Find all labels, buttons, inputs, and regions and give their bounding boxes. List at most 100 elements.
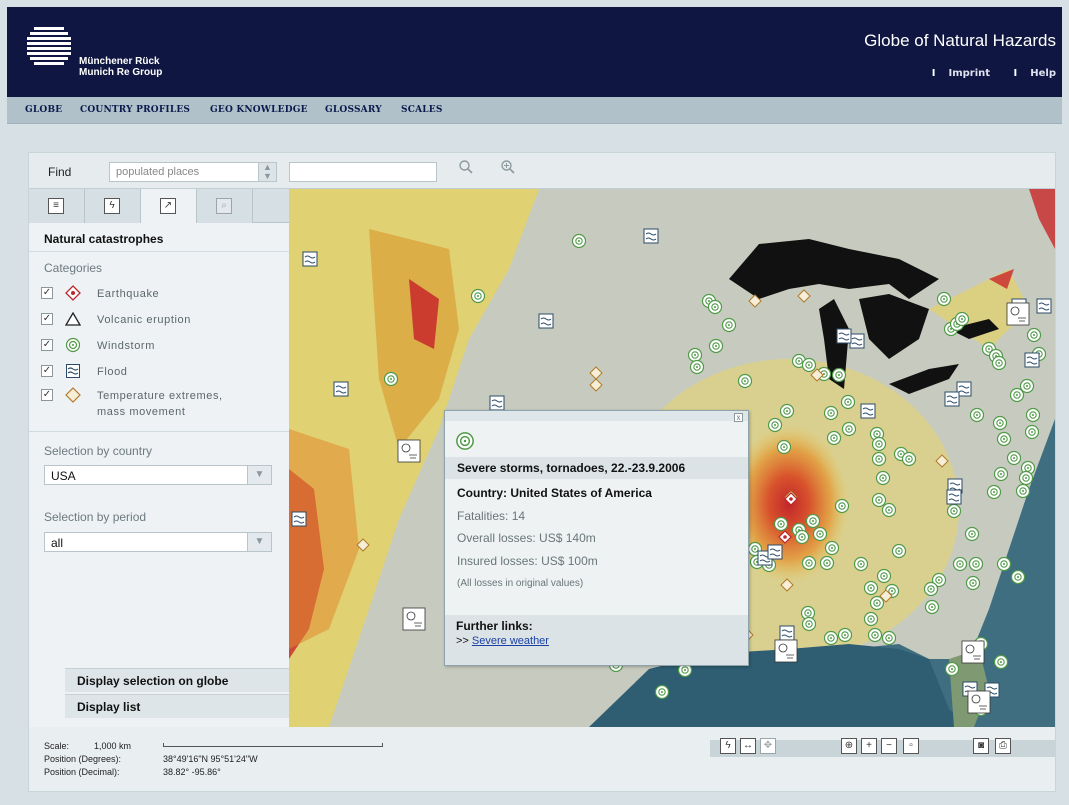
windstorm-marker[interactable]	[986, 484, 1002, 500]
windstorm-marker[interactable]	[823, 630, 839, 646]
windstorm-marker[interactable]	[1025, 407, 1041, 423]
nav-glossary[interactable]: GLOSSARY	[325, 105, 382, 115]
windstorm-marker[interactable]	[875, 470, 891, 486]
windstorm-marker[interactable]	[1009, 387, 1025, 403]
print-icon[interactable]: ⎙	[995, 738, 1011, 754]
weather-marker[interactable]	[1006, 302, 1030, 326]
windstorm-marker[interactable]	[840, 394, 856, 410]
pan-horizontal-icon[interactable]: ↔	[740, 738, 756, 754]
minimize-icon[interactable]: ▫	[903, 738, 919, 754]
windstorm-marker[interactable]	[1018, 470, 1034, 486]
category-windstorm[interactable]: ✓ Windstorm	[39, 337, 279, 355]
category-volcanic-eruption[interactable]: ✓ Volcanic eruption	[39, 311, 279, 329]
earthquake-marker[interactable]	[778, 530, 792, 544]
flood-marker[interactable]	[302, 251, 318, 267]
category-flood[interactable]: ✓ Flood	[39, 363, 279, 381]
windstorm-marker[interactable]	[654, 684, 670, 700]
windstorm-marker[interactable]	[968, 556, 984, 572]
windstorm-marker[interactable]	[867, 627, 883, 643]
chevron-down-icon[interactable]: ▼	[247, 533, 271, 551]
windstorm-marker[interactable]	[737, 373, 753, 389]
windstorm-marker[interactable]	[826, 430, 842, 446]
windstorm-marker[interactable]	[924, 599, 940, 615]
flood-marker[interactable]	[1024, 352, 1040, 368]
windstorm-marker[interactable]	[779, 403, 795, 419]
windstorm-marker[interactable]	[687, 347, 703, 363]
windstorm-marker[interactable]	[901, 451, 917, 467]
windstorm-marker[interactable]	[794, 529, 810, 545]
flood-marker[interactable]	[291, 511, 307, 527]
country-select[interactable]: USA ▼	[44, 465, 272, 485]
lightning-icon[interactable]: ϟ	[720, 738, 736, 754]
windstorm-marker[interactable]	[824, 540, 840, 556]
nav-geo-knowledge[interactable]: GEO KNOWLEDGE	[210, 105, 308, 115]
display-selection-button[interactable]: Display selection on globe	[65, 668, 289, 692]
volcano-checkbox[interactable]: ✓	[41, 313, 53, 325]
windstorm-marker[interactable]	[801, 555, 817, 571]
windstorm-marker[interactable]	[841, 421, 857, 437]
windstorm-marker[interactable]	[946, 503, 962, 519]
tab-catastrophes[interactable]: ↗	[141, 189, 197, 223]
windstorm-marker[interactable]	[969, 407, 985, 423]
windstorm-marker[interactable]	[1010, 569, 1026, 585]
windstorm-marker[interactable]	[936, 291, 952, 307]
category-temperature-extremes[interactable]: ✓ Temperature extremes, mass movement	[39, 387, 279, 421]
display-list-button[interactable]: Display list	[65, 694, 289, 718]
help-link[interactable]: I Help	[1004, 68, 1056, 79]
windstorm-marker[interactable]	[819, 555, 835, 571]
windstorm-marker[interactable]	[993, 654, 1009, 670]
windstorm-marker[interactable]	[823, 405, 839, 421]
windstorm-marker[interactable]	[689, 359, 705, 375]
chevron-down-icon[interactable]: ▼	[247, 466, 271, 484]
windstorm-marker[interactable]	[871, 451, 887, 467]
windstorm-marker[interactable]	[470, 288, 486, 304]
windstorm-marker[interactable]	[383, 371, 399, 387]
temperature-marker[interactable]	[589, 366, 603, 380]
zoom-in-icon[interactable]: +	[861, 738, 877, 754]
spinner-icon[interactable]: ▲ ▼	[258, 163, 276, 181]
find-input[interactable]	[289, 162, 437, 182]
magnifier-icon[interactable]	[455, 159, 477, 181]
nav-globe[interactable]: GLOBE	[25, 105, 62, 115]
temperature-marker[interactable]	[935, 454, 949, 468]
windstorm-marker[interactable]	[869, 595, 885, 611]
windstorm-marker[interactable]	[871, 436, 887, 452]
windstorm-marker[interactable]	[871, 492, 887, 508]
windstorm-marker[interactable]	[863, 611, 879, 627]
windstorm-marker[interactable]	[571, 233, 587, 249]
windstorm-marker[interactable]	[881, 502, 897, 518]
windstorm-marker[interactable]	[773, 516, 789, 532]
imprint-link[interactable]: I Imprint	[922, 68, 990, 79]
windstorm-marker[interactable]	[708, 338, 724, 354]
temperature-marker[interactable]	[797, 289, 811, 303]
windstorm-marker[interactable]	[767, 417, 783, 433]
temperature-marker[interactable]	[748, 294, 762, 308]
windstorm-marker[interactable]	[1006, 450, 1022, 466]
close-icon[interactable]: x	[734, 413, 743, 422]
flood-marker[interactable]	[944, 391, 960, 407]
earthquake-checkbox[interactable]: ✓	[41, 287, 53, 299]
windstorm-marker[interactable]	[834, 498, 850, 514]
flood-marker[interactable]	[849, 333, 865, 349]
windstorm-marker[interactable]	[996, 556, 1012, 572]
windstorm-marker[interactable]	[923, 581, 939, 597]
flood-marker[interactable]	[860, 403, 876, 419]
windstorm-marker[interactable]	[1026, 327, 1042, 343]
windstorm-marker[interactable]	[1015, 483, 1031, 499]
windstorm-marker[interactable]	[992, 415, 1008, 431]
nav-scales[interactable]: SCALES	[401, 105, 443, 115]
flood-marker[interactable]	[643, 228, 659, 244]
zoom-out-icon[interactable]: −	[881, 738, 897, 754]
camera-icon[interactable]: ◙	[973, 738, 989, 754]
windstorm-marker[interactable]	[996, 431, 1012, 447]
severe-weather-link[interactable]: Severe weather	[472, 635, 549, 647]
flood-checkbox[interactable]: ✓	[41, 365, 53, 377]
windstorm-marker[interactable]	[831, 367, 847, 383]
tab-hazards[interactable]: ϟ	[85, 189, 141, 223]
weather-marker[interactable]	[402, 607, 426, 631]
windstorm-marker[interactable]	[801, 357, 817, 373]
windstorm-marker[interactable]	[954, 311, 970, 327]
windstorm-marker[interactable]	[876, 568, 892, 584]
temperature-marker[interactable]	[356, 538, 370, 552]
nav-country-profiles[interactable]: COUNTRY PROFILES	[80, 105, 190, 115]
